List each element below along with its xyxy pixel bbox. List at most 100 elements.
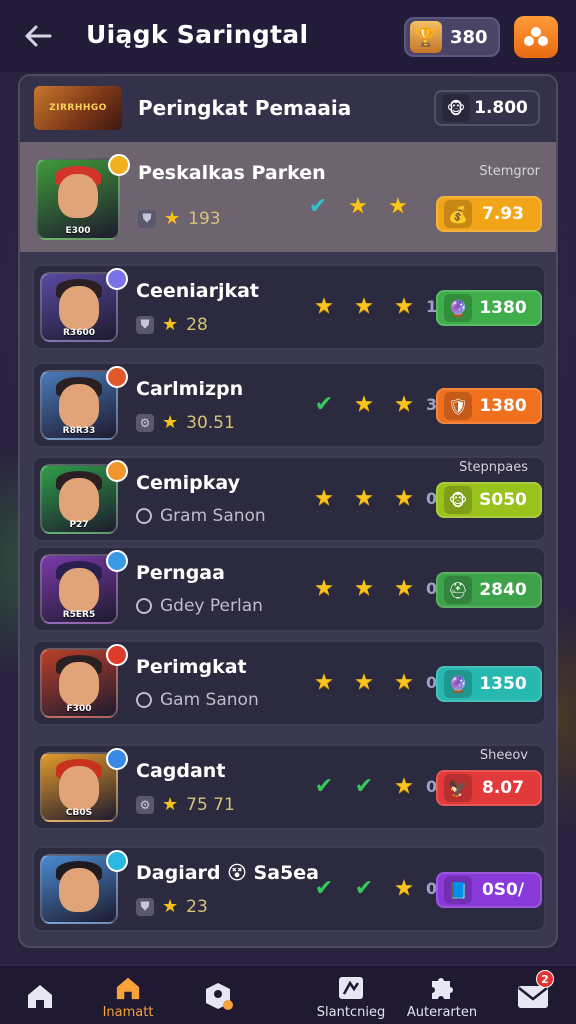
avatar-face xyxy=(59,567,99,612)
treasure-icon: 💰 xyxy=(444,200,472,228)
player-name: Ceеniarjkat xyxy=(136,280,259,302)
star-icon: ★ xyxy=(314,670,334,695)
player-row-current[interactable]: E300 Peskalkas Parken ⛊ ★ 193 ✔ ★ ★ Stemgr… xyxy=(20,142,556,252)
player-row[interactable]: CB0S Cagdant ⚙ ★ 75 71 ✔ ✔ ★ 0 Sheeov 🦅 8.0… xyxy=(32,744,546,830)
player-sub: Gram Sanon xyxy=(136,506,266,526)
armor-icon: 🛡 xyxy=(444,392,472,420)
check-icon: ✔ xyxy=(308,194,328,219)
check-icon: ✔ xyxy=(314,392,334,417)
reward-pill[interactable]: 💰 7.93 xyxy=(436,196,542,232)
nav-mail[interactable]: 2 xyxy=(510,966,556,1024)
coin-balance[interactable]: 🏆 380 xyxy=(404,17,500,57)
reward-pill[interactable]: 🦅 8.07 xyxy=(436,770,542,806)
star-icon: ★ xyxy=(388,194,408,219)
achievement-marks: ★ ★ ★ 0 xyxy=(304,486,437,511)
reward-value: 1380 xyxy=(479,396,527,416)
achievement-marks: ✔ ★ ★ 3 xyxy=(304,392,437,417)
star-icon: ★ xyxy=(354,576,374,601)
rank-badge-icon xyxy=(106,268,128,290)
nav-achievements[interactable]: Auterarten xyxy=(406,966,478,1024)
star-icon: ★ xyxy=(394,486,414,511)
reward-pill[interactable]: 🔮 1350 xyxy=(436,666,542,702)
arrow-left-icon xyxy=(25,25,52,47)
player-name: Perngaa xyxy=(136,562,225,584)
achievement-marks: ✔ ✔ ★ 0 xyxy=(304,774,437,799)
reward-pill[interactable]: 📘 0S0/ xyxy=(436,872,542,908)
bottom-nav: Inamatt Slantcnieg Auterarten 2 xyxy=(0,964,576,1024)
bird-icon: 🦅 xyxy=(444,774,472,802)
home-icon xyxy=(23,981,57,1011)
player-sub-text: 28 xyxy=(186,314,208,335)
monkey-icon: 🐵 xyxy=(444,486,472,514)
achievement-marks: ★ ★ ★ 0 xyxy=(304,576,437,601)
reward-pill[interactable]: 🐵 S050 xyxy=(436,482,542,518)
reward-value: 1380 xyxy=(479,298,527,318)
panel-score-pill[interactable]: 🐵 1.800 xyxy=(434,90,540,126)
avatar-label: CB0S xyxy=(65,808,93,818)
star-icon: ★ xyxy=(314,486,334,511)
reward-value: 8.07 xyxy=(482,778,524,798)
avatar-label: R8R33 xyxy=(62,426,96,436)
menu-button[interactable] xyxy=(514,16,558,58)
reward-value: 2840 xyxy=(479,580,527,600)
rank-badge-icon xyxy=(108,154,130,176)
player-row[interactable]: R8R33 Carlmizpn ⚙ ★ 30.51 ✔ ★ ★ 3 🛡 1380 xyxy=(32,362,546,448)
player-sub-text: Gam Sanon xyxy=(160,690,259,710)
nav-profile[interactable] xyxy=(196,966,240,1024)
check-icon: ✔ xyxy=(314,774,334,799)
check-icon: ✔ xyxy=(354,876,374,901)
player-sub-text: Gdey Perlan xyxy=(160,596,263,616)
avatar-face xyxy=(59,477,99,522)
avatar-face xyxy=(58,174,98,219)
treasure-character-icon: 🏆 xyxy=(410,21,442,53)
achievement-marks: ✔ ★ ★ xyxy=(298,194,418,219)
achievement-marks: ★ ★ ★ 0 xyxy=(304,670,437,695)
shield-icon: ⛊ xyxy=(136,897,154,916)
rank-badge-icon xyxy=(106,366,128,388)
player-row[interactable]: Dagiard 😵 Sa5ea ⛊ ★ 23 ✔ ✔ ★ 0 📘 0S0/ xyxy=(32,846,546,932)
row-caption: Stemgror xyxy=(479,164,540,179)
nav-label-statistics: Slantcnieg xyxy=(316,1004,386,1020)
reward-value: 7.93 xyxy=(482,204,524,224)
nav-inamatt[interactable]: Inamatt xyxy=(96,966,160,1024)
reward-pill[interactable]: ⛑ 2840 xyxy=(436,572,542,608)
avatar-label: R5ER5 xyxy=(62,610,96,620)
nav-label-inamatt: Inamatt xyxy=(102,1004,154,1020)
nav-statistics[interactable]: Slantcnieg xyxy=(316,966,386,1024)
player-avatar: E300 xyxy=(36,158,120,240)
reward-pill[interactable]: 🔮 1380 xyxy=(436,290,542,326)
player-row[interactable]: R3600 Ceеniarjkat ⛊ ★ 28 ★ ★ ★ 1 🔮 1380 xyxy=(32,264,546,350)
avatar-face xyxy=(59,661,99,706)
orb-icon: 🔮 xyxy=(444,294,472,322)
shield-icon: ⛊ xyxy=(138,209,156,228)
back-button[interactable] xyxy=(20,18,56,54)
player-sub-text: 75 71 xyxy=(186,794,235,815)
star-icon: ★ xyxy=(162,794,179,815)
player-name: Perimgkat xyxy=(136,656,247,678)
player-sub-text: 23 xyxy=(186,896,208,917)
profile-settings-icon xyxy=(201,981,235,1011)
avatar-label: P27 xyxy=(69,520,89,530)
avatar-face xyxy=(59,383,99,428)
star-icon: ★ xyxy=(162,412,179,433)
player-sub: ⛊ ★ 28 xyxy=(136,314,208,335)
circle-icon xyxy=(136,598,152,614)
player-row[interactable]: P27 Cemipkay Gram Sanon ★ ★ ★ 0 Stepnpaes 🐵… xyxy=(32,456,546,542)
player-name: Cagdant xyxy=(136,760,226,782)
chart-icon xyxy=(334,973,368,1003)
leaderboard-panel: ZIRRHHGO Peringkat Pemaaia 🐵 1.800 E300 … xyxy=(18,74,558,948)
book-icon: 📘 xyxy=(444,876,472,904)
reward-pill[interactable]: 🛡 1380 xyxy=(436,388,542,424)
star-icon: ★ xyxy=(394,876,414,901)
rank-badge-icon xyxy=(106,460,128,482)
avatar-label: F300 xyxy=(66,704,92,714)
star-icon: ★ xyxy=(314,294,334,319)
check-icon: ✔ xyxy=(314,876,334,901)
cluster-icon xyxy=(524,27,548,46)
player-row[interactable]: F300 Perimgkat Gam Sanon ★ ★ ★ 0 🔮 1350 xyxy=(32,640,546,726)
nav-home[interactable] xyxy=(18,966,62,1024)
character-icon: 🐵 xyxy=(442,94,470,122)
star-icon: ★ xyxy=(394,774,414,799)
player-row[interactable]: R5ER5 Perngaa Gdey Perlan ★ ★ ★ 0 ⛑ 2840 xyxy=(32,546,546,632)
row-caption: Stepnpaes xyxy=(459,460,528,475)
